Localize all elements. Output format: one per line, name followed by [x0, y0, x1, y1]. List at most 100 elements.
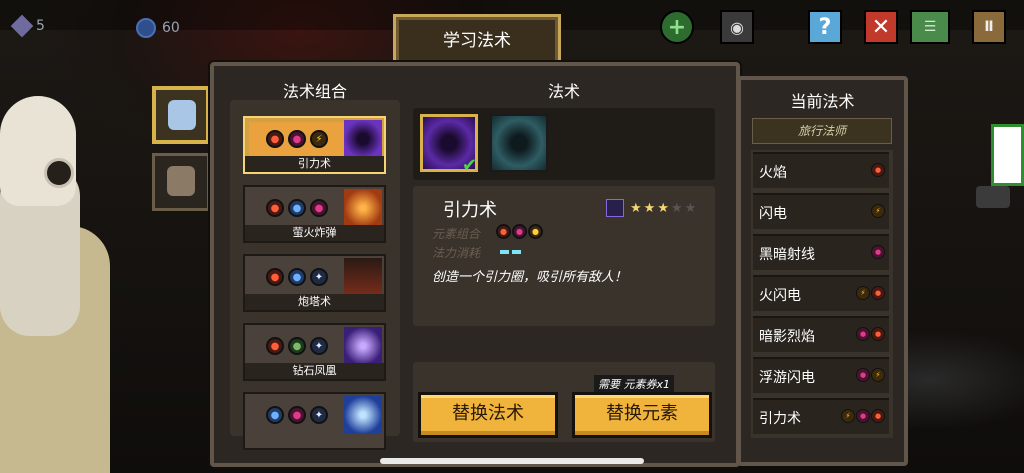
element-combo-icons: ● ● ●	[496, 224, 543, 239]
star-icon: ★	[630, 200, 642, 216]
monocle-icon	[44, 158, 74, 188]
coin-counter: 60	[136, 18, 180, 38]
combo-name: 钻石凤凰	[245, 363, 384, 379]
combo-item[interactable]: ● ● ✦ 炮塔术	[243, 254, 386, 312]
combo-name: 炮塔术	[245, 294, 384, 310]
pause-icon[interactable]: Ⅱ	[972, 10, 1006, 44]
gem-count: 5	[36, 18, 45, 34]
bolt-element-icon: ●	[528, 224, 543, 239]
replace-element-button[interactable]: 替换元素	[572, 392, 712, 438]
ice-element-icon: ●	[288, 199, 306, 217]
bolt-element-icon: ⚡	[310, 130, 328, 148]
menu-icon[interactable]: ☰	[910, 10, 950, 44]
coin-count: 60	[162, 20, 180, 36]
tab-spells[interactable]	[152, 86, 210, 144]
fire-element-icon: ●	[871, 409, 885, 423]
dark-element-icon: ●	[856, 409, 870, 423]
combo-elements: ● ● ✦	[249, 398, 345, 432]
spell-description: 创造一个引力圈，吸引所有敌人！	[432, 270, 628, 285]
mana-cost-label: 法力消耗	[432, 246, 481, 260]
sage-character	[0, 96, 120, 473]
combo-item[interactable]: ● ● ✦	[243, 392, 386, 450]
cross-element-icon: ✦	[310, 268, 328, 286]
tab-inventory[interactable]	[152, 153, 210, 211]
star-icon: ★	[657, 200, 669, 216]
fire-element-icon: ●	[266, 130, 284, 148]
help-button[interactable]: ?	[808, 10, 842, 44]
fire-element-icon: ●	[266, 199, 284, 217]
combo-item[interactable]: ● ● ✦ 钻石凤凰	[243, 323, 386, 381]
current-spell-elements: ⚡ ●	[856, 286, 885, 300]
combo-spell-icon	[344, 396, 382, 434]
replace-spell-button[interactable]: 替换法术	[418, 392, 558, 438]
spellbook-icon	[168, 100, 196, 130]
combo-elements: ● ● ⚡	[249, 122, 345, 156]
requirement-note: 需要 元素券x1	[594, 375, 675, 393]
current-spell-name: 引力术	[759, 411, 801, 427]
spell-title: 引力术	[443, 200, 497, 221]
current-spell-item[interactable]: 浮游闪电 ● ⚡	[753, 357, 889, 393]
camera-icon[interactable]: ◉	[720, 10, 754, 44]
combo-elements: ● ● ✦	[249, 260, 345, 294]
current-spell-item[interactable]: 火闪电 ⚡ ●	[753, 275, 889, 311]
combos-title: 法术组合	[282, 82, 347, 101]
close-icon: ✕	[871, 14, 891, 40]
combo-item[interactable]: ● ● ⚡ 引力术	[243, 116, 386, 174]
dark-element-icon: ●	[512, 224, 527, 239]
current-spell-elements: ● ⚡	[856, 368, 885, 382]
bolt-element-icon: ⚡	[841, 409, 855, 423]
star-rating: ★ ★ ★ ★ ★	[606, 199, 696, 217]
class-name-badge: 旅行法师	[752, 118, 892, 144]
combo-spell-icon	[344, 189, 382, 227]
chest-icon	[167, 166, 195, 196]
help-icon: ?	[818, 14, 832, 40]
earth-element-icon: ●	[288, 337, 306, 355]
ice-element-icon: ●	[266, 406, 284, 424]
dark-element-icon: ●	[288, 130, 306, 148]
coin-icon	[136, 18, 156, 38]
current-spell-elements: ⚡ ● ●	[841, 409, 885, 423]
gravity-mini-icon	[606, 199, 624, 217]
fire-element-icon: ●	[871, 286, 885, 300]
side-notice[interactable]	[991, 124, 1024, 186]
fire-element-icon: ●	[871, 327, 885, 341]
cross-element-icon: ✦	[310, 337, 328, 355]
current-spells-title: 当前法术	[790, 92, 855, 111]
current-spell-name: 黑暗射线	[759, 247, 815, 263]
current-spell-item[interactable]: 火焰 ●	[753, 152, 889, 188]
fire-element-icon: ●	[496, 224, 511, 239]
current-spell-name: 暗影烈焰	[759, 329, 815, 345]
vortex-spell-icon[interactable]	[490, 114, 548, 172]
combo-elements: ● ● ✦	[249, 329, 345, 363]
combo-name: 萤火炸弹	[245, 225, 384, 241]
current-spell-item[interactable]: 暗影烈焰 ● ●	[753, 316, 889, 352]
home-indicator[interactable]	[380, 458, 644, 464]
current-spell-name: 火焰	[759, 165, 787, 181]
close-button[interactable]: ✕	[864, 10, 898, 44]
dark-element-icon: ●	[871, 245, 885, 259]
fire-element-icon: ●	[871, 163, 885, 177]
spells-title: 法术	[547, 82, 580, 101]
bolt-element-icon: ⚡	[871, 368, 885, 382]
current-spell-item[interactable]: 闪电 ⚡	[753, 193, 889, 229]
current-spell-elements: ⚡	[871, 204, 885, 218]
dark-element-icon: ●	[856, 327, 870, 341]
cross-element-icon: ✦	[310, 406, 328, 424]
current-spell-name: 火闪电	[759, 288, 801, 304]
star-icon: ★	[670, 200, 683, 216]
mana-cost-bars	[500, 250, 521, 254]
current-spell-item[interactable]: 引力术 ⚡ ● ●	[753, 398, 889, 434]
fire-element-icon: ●	[266, 337, 284, 355]
chat-icon[interactable]	[976, 186, 1010, 208]
combo-item[interactable]: ● ● ● 萤火炸弹	[243, 185, 386, 243]
current-spell-item[interactable]: 黑暗射线 ●	[753, 234, 889, 270]
element-combo-label: 元素组合	[432, 227, 481, 241]
dark-element-icon: ●	[856, 368, 870, 382]
check-icon: ✔	[462, 155, 478, 176]
dark-element-icon: ●	[288, 406, 306, 424]
combo-spell-icon	[344, 327, 382, 365]
tab-learn-label: 学习法术	[399, 20, 555, 66]
gem-counter: 5	[10, 14, 45, 38]
fire-element-icon: ●	[266, 268, 284, 286]
add-icon[interactable]: +	[660, 10, 694, 44]
